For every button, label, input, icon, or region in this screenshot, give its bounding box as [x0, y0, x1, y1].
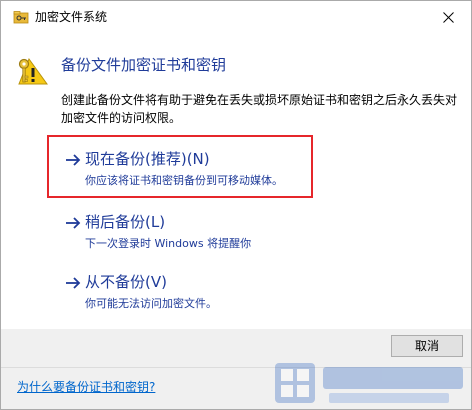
- never-backup-option[interactable]: 从不备份(V) 你可能无法访问加密文件。: [57, 266, 297, 320]
- close-icon: [442, 11, 454, 23]
- window-title: 加密文件系统: [35, 10, 108, 24]
- option-title: 从不备份(V): [85, 273, 167, 291]
- backup-later-option[interactable]: 稍后备份(L) 下一次登录时 Windows 将提醒你: [57, 206, 297, 260]
- option-description: 你应该将证书和密钥备份到可移动媒体。: [85, 174, 283, 187]
- help-link[interactable]: 为什么要备份证书和密钥?: [17, 379, 155, 395]
- arrow-right-icon: [66, 154, 81, 166]
- option-title: 现在备份(推荐)(N): [85, 150, 210, 168]
- encrypted-folder-key-icon: [13, 11, 29, 24]
- arrow-right-icon: [66, 217, 81, 229]
- efs-dialog: 加密文件系统 备份文件加密证书和密钥 创建此备份文件将有助于避免在丢失或损坏原始…: [0, 0, 472, 410]
- description-text: 创建此备份文件将有助于避免在丢失或损坏原始证书和密钥之后永久丢失对加密文件的访问…: [61, 93, 458, 125]
- cancel-button[interactable]: 取消: [391, 335, 463, 357]
- watermark-logo-icon: [275, 363, 463, 403]
- dialog-content: 备份文件加密证书和密钥 创建此备份文件将有助于避免在丢失或损坏原始证书和密钥之后…: [1, 33, 471, 329]
- page-title: 备份文件加密证书和密钥: [61, 56, 227, 74]
- option-title: 稍后备份(L): [85, 213, 166, 231]
- option-description: 你可能无法访问加密文件。: [85, 297, 217, 310]
- arrow-right-icon: [66, 277, 81, 289]
- close-button[interactable]: [425, 1, 471, 33]
- backup-now-option[interactable]: 现在备份(推荐)(N) 你应该将证书和密钥备份到可移动媒体。: [57, 143, 311, 204]
- divider: [1, 367, 471, 368]
- certificate-key-icon: [18, 57, 48, 85]
- title-bar: 加密文件系统: [1, 1, 471, 33]
- option-description: 下一次登录时 Windows 将提醒你: [85, 237, 252, 250]
